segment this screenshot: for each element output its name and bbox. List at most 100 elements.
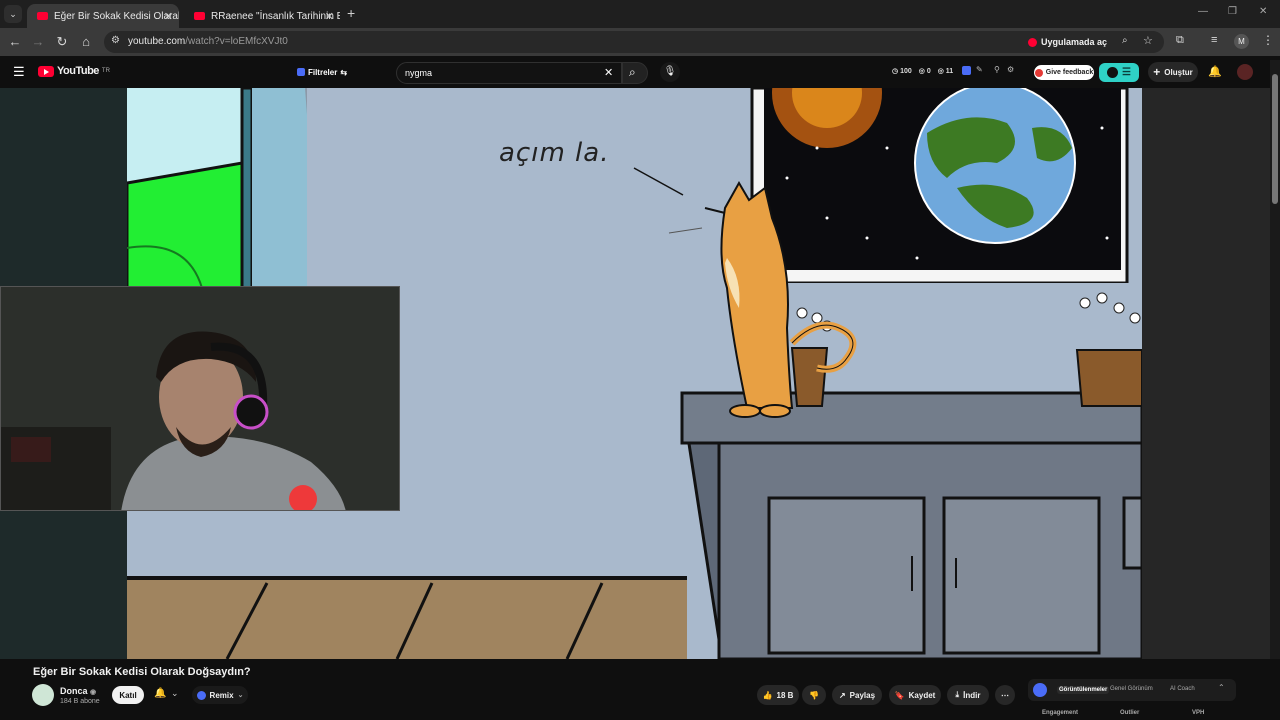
create-button[interactable]: + Oluştur	[1148, 62, 1198, 82]
country-code: TR	[101, 68, 110, 74]
browser-menu-icon[interactable]: ⋮	[1262, 33, 1274, 47]
col-vph: VPH	[1192, 710, 1205, 716]
like-count: 18 B	[776, 690, 794, 700]
chevron-down-icon[interactable]: ⌄	[171, 688, 179, 699]
thumbs-up-icon: 👍	[762, 690, 773, 700]
account-avatar[interactable]	[1237, 64, 1253, 80]
thumbs-down-icon: 👎	[809, 690, 819, 700]
subscriber-count: 184 B abone	[60, 698, 100, 705]
dislike-button[interactable]: 👎	[802, 685, 826, 705]
back-icon[interactable]: ←	[6, 33, 24, 51]
close-tab-icon[interactable]: ✕	[325, 10, 334, 23]
create-label: Oluştur	[1164, 67, 1193, 77]
join-button[interactable]: Katıl	[112, 686, 144, 704]
extension-toggle-button[interactable]: ☰	[1099, 63, 1139, 82]
share-icon: ↗	[838, 690, 846, 700]
open-in-app-label: Uygulamada aç	[1041, 37, 1108, 47]
search-query: nygma	[405, 68, 433, 78]
new-tab-button[interactable]: +	[347, 5, 355, 21]
link-icon[interactable]: ⚲	[994, 65, 1000, 74]
bookmark-icon: 🔖	[894, 690, 905, 700]
cabinet-door-right	[942, 496, 1101, 655]
forward-icon[interactable]: →	[29, 33, 47, 51]
tab-views[interactable]: Görüntülenmeler	[1057, 686, 1110, 694]
give-feedback-button[interactable]: Give feedback	[1034, 65, 1094, 80]
tab-inactive[interactable]: RRaenee "İnsanlık Tarihinin En ✕	[184, 4, 340, 28]
wooden-floor	[127, 578, 687, 659]
maximize-icon[interactable]: ❐	[1228, 6, 1237, 17]
channel-avatar[interactable]	[32, 684, 54, 706]
flower-pot-right	[1075, 349, 1142, 407]
zoom-icon[interactable]: ⌕	[1122, 35, 1128, 46]
download-icon: ⤓	[955, 690, 960, 699]
give-feedback-label: Give feedback	[1045, 69, 1094, 76]
notifications-bell-icon[interactable]: 🔔	[1208, 65, 1222, 78]
webcam-overlay	[0, 286, 400, 511]
like-button[interactable]: 👍 18 B	[757, 685, 799, 705]
media-controls-icon[interactable]: ≡	[1211, 34, 1217, 46]
home-icon[interactable]: ⌂	[77, 33, 95, 51]
logo-text: YouTube	[57, 65, 99, 77]
search-input[interactable]: nygma ✕	[396, 62, 622, 84]
youtube-favicon-icon	[37, 12, 48, 20]
more-dots-icon: ⋯	[1001, 690, 1009, 700]
tab-ai-coach[interactable]: AI Coach	[1170, 686, 1195, 692]
filters-button[interactable]: Filtreler ⇆	[292, 64, 352, 80]
feedback-icon	[1034, 68, 1043, 77]
open-in-app-button[interactable]: Uygulamada aç	[1028, 34, 1107, 50]
page-scrollbar[interactable]	[1270, 60, 1280, 720]
verified-icon: ◉	[90, 689, 97, 696]
remix-button[interactable]: Remix ⌄	[192, 686, 248, 704]
tool-icon[interactable]: ✎	[976, 65, 983, 74]
browser-toolbar: ← → ↻ ⌂ ⚙ youtube.com/watch?v=loEMfcXVJt…	[0, 28, 1280, 56]
more-actions-button[interactable]: ⋯	[995, 685, 1015, 705]
tab-overview[interactable]: Genel Görünüm	[1110, 686, 1153, 692]
analytics-panel-tabs: Görüntülenmeler Genel Görünüm AI Coach ⌃	[1028, 679, 1236, 701]
bookmark-star-icon[interactable]: ☆	[1143, 34, 1153, 47]
site-info-icon[interactable]: ⚙	[111, 35, 120, 46]
filter-extension-icon	[296, 68, 305, 76]
youtube-logo[interactable]: YouTube TR	[38, 65, 110, 77]
minimize-icon[interactable]: —	[1198, 6, 1208, 17]
hamburger-menu-icon[interactable]: ☰	[13, 64, 25, 80]
remix-chevron-icon: ⌄	[237, 692, 244, 699]
subscribe-bell-icon[interactable]: 🔔	[154, 688, 166, 699]
voice-search-icon[interactable]: 🎙	[660, 62, 680, 82]
collapse-icon[interactable]: ⌃	[1218, 683, 1225, 692]
extension-icon[interactable]	[962, 66, 971, 75]
video-title: Eğer Bir Sokak Kedisi Olarak Doğsaydın?	[33, 666, 251, 678]
extensions-icon[interactable]: ⧉	[1176, 34, 1184, 47]
video-side-right	[1142, 88, 1270, 659]
download-label: İndir	[963, 690, 981, 700]
settings-extension-icon[interactable]: ⚙	[1007, 65, 1014, 74]
headset-earcup	[233, 394, 269, 430]
share-button[interactable]: ↗ Paylaş	[832, 685, 882, 705]
reload-icon[interactable]: ↻	[53, 33, 71, 51]
address-bar[interactable]: ⚙ youtube.com/watch?v=loEMfcXVJt0 Uygula…	[104, 31, 1164, 53]
remix-icon	[196, 690, 206, 700]
plus-icon: +	[1153, 65, 1161, 79]
search-button[interactable]: ⌕	[622, 62, 648, 84]
tab-search-dropdown-icon[interactable]: ⌄	[4, 5, 22, 23]
tab-active[interactable]: Eğer Bir Sokak Kedisi Olarak Do ✕	[27, 4, 179, 28]
profile-avatar[interactable]: M	[1234, 34, 1249, 49]
youtube-play-logo-icon	[38, 65, 54, 77]
filters-label: Filtreler	[307, 67, 338, 77]
close-tab-icon[interactable]: ✕	[164, 10, 173, 23]
tab-title: Eğer Bir Sokak Kedisi Olarak Do	[54, 10, 179, 22]
scrollbar-thumb[interactable]	[1272, 74, 1278, 204]
analytics-logo-icon	[1033, 683, 1047, 697]
tab-title: RRaenee "İnsanlık Tarihinin En	[211, 10, 340, 22]
save-button[interactable]: 🔖 Kaydet	[889, 685, 941, 705]
channel-name[interactable]: Donca ◉	[60, 686, 96, 696]
video-info-bar: Eğer Bir Sokak Kedisi Olarak Doğsaydın? …	[0, 659, 1280, 720]
close-window-icon[interactable]: ✕	[1259, 6, 1267, 17]
download-button[interactable]: ⤓ İndir	[947, 685, 989, 705]
window-grass	[127, 161, 244, 290]
youtube-favicon-icon	[194, 12, 205, 20]
window-frame	[240, 88, 254, 290]
search-icon: ⌕	[629, 65, 636, 79]
clear-search-icon[interactable]: ✕	[604, 66, 613, 79]
stat-b: ◎ 0	[918, 68, 931, 75]
youtube-app-icon	[1028, 37, 1037, 47]
